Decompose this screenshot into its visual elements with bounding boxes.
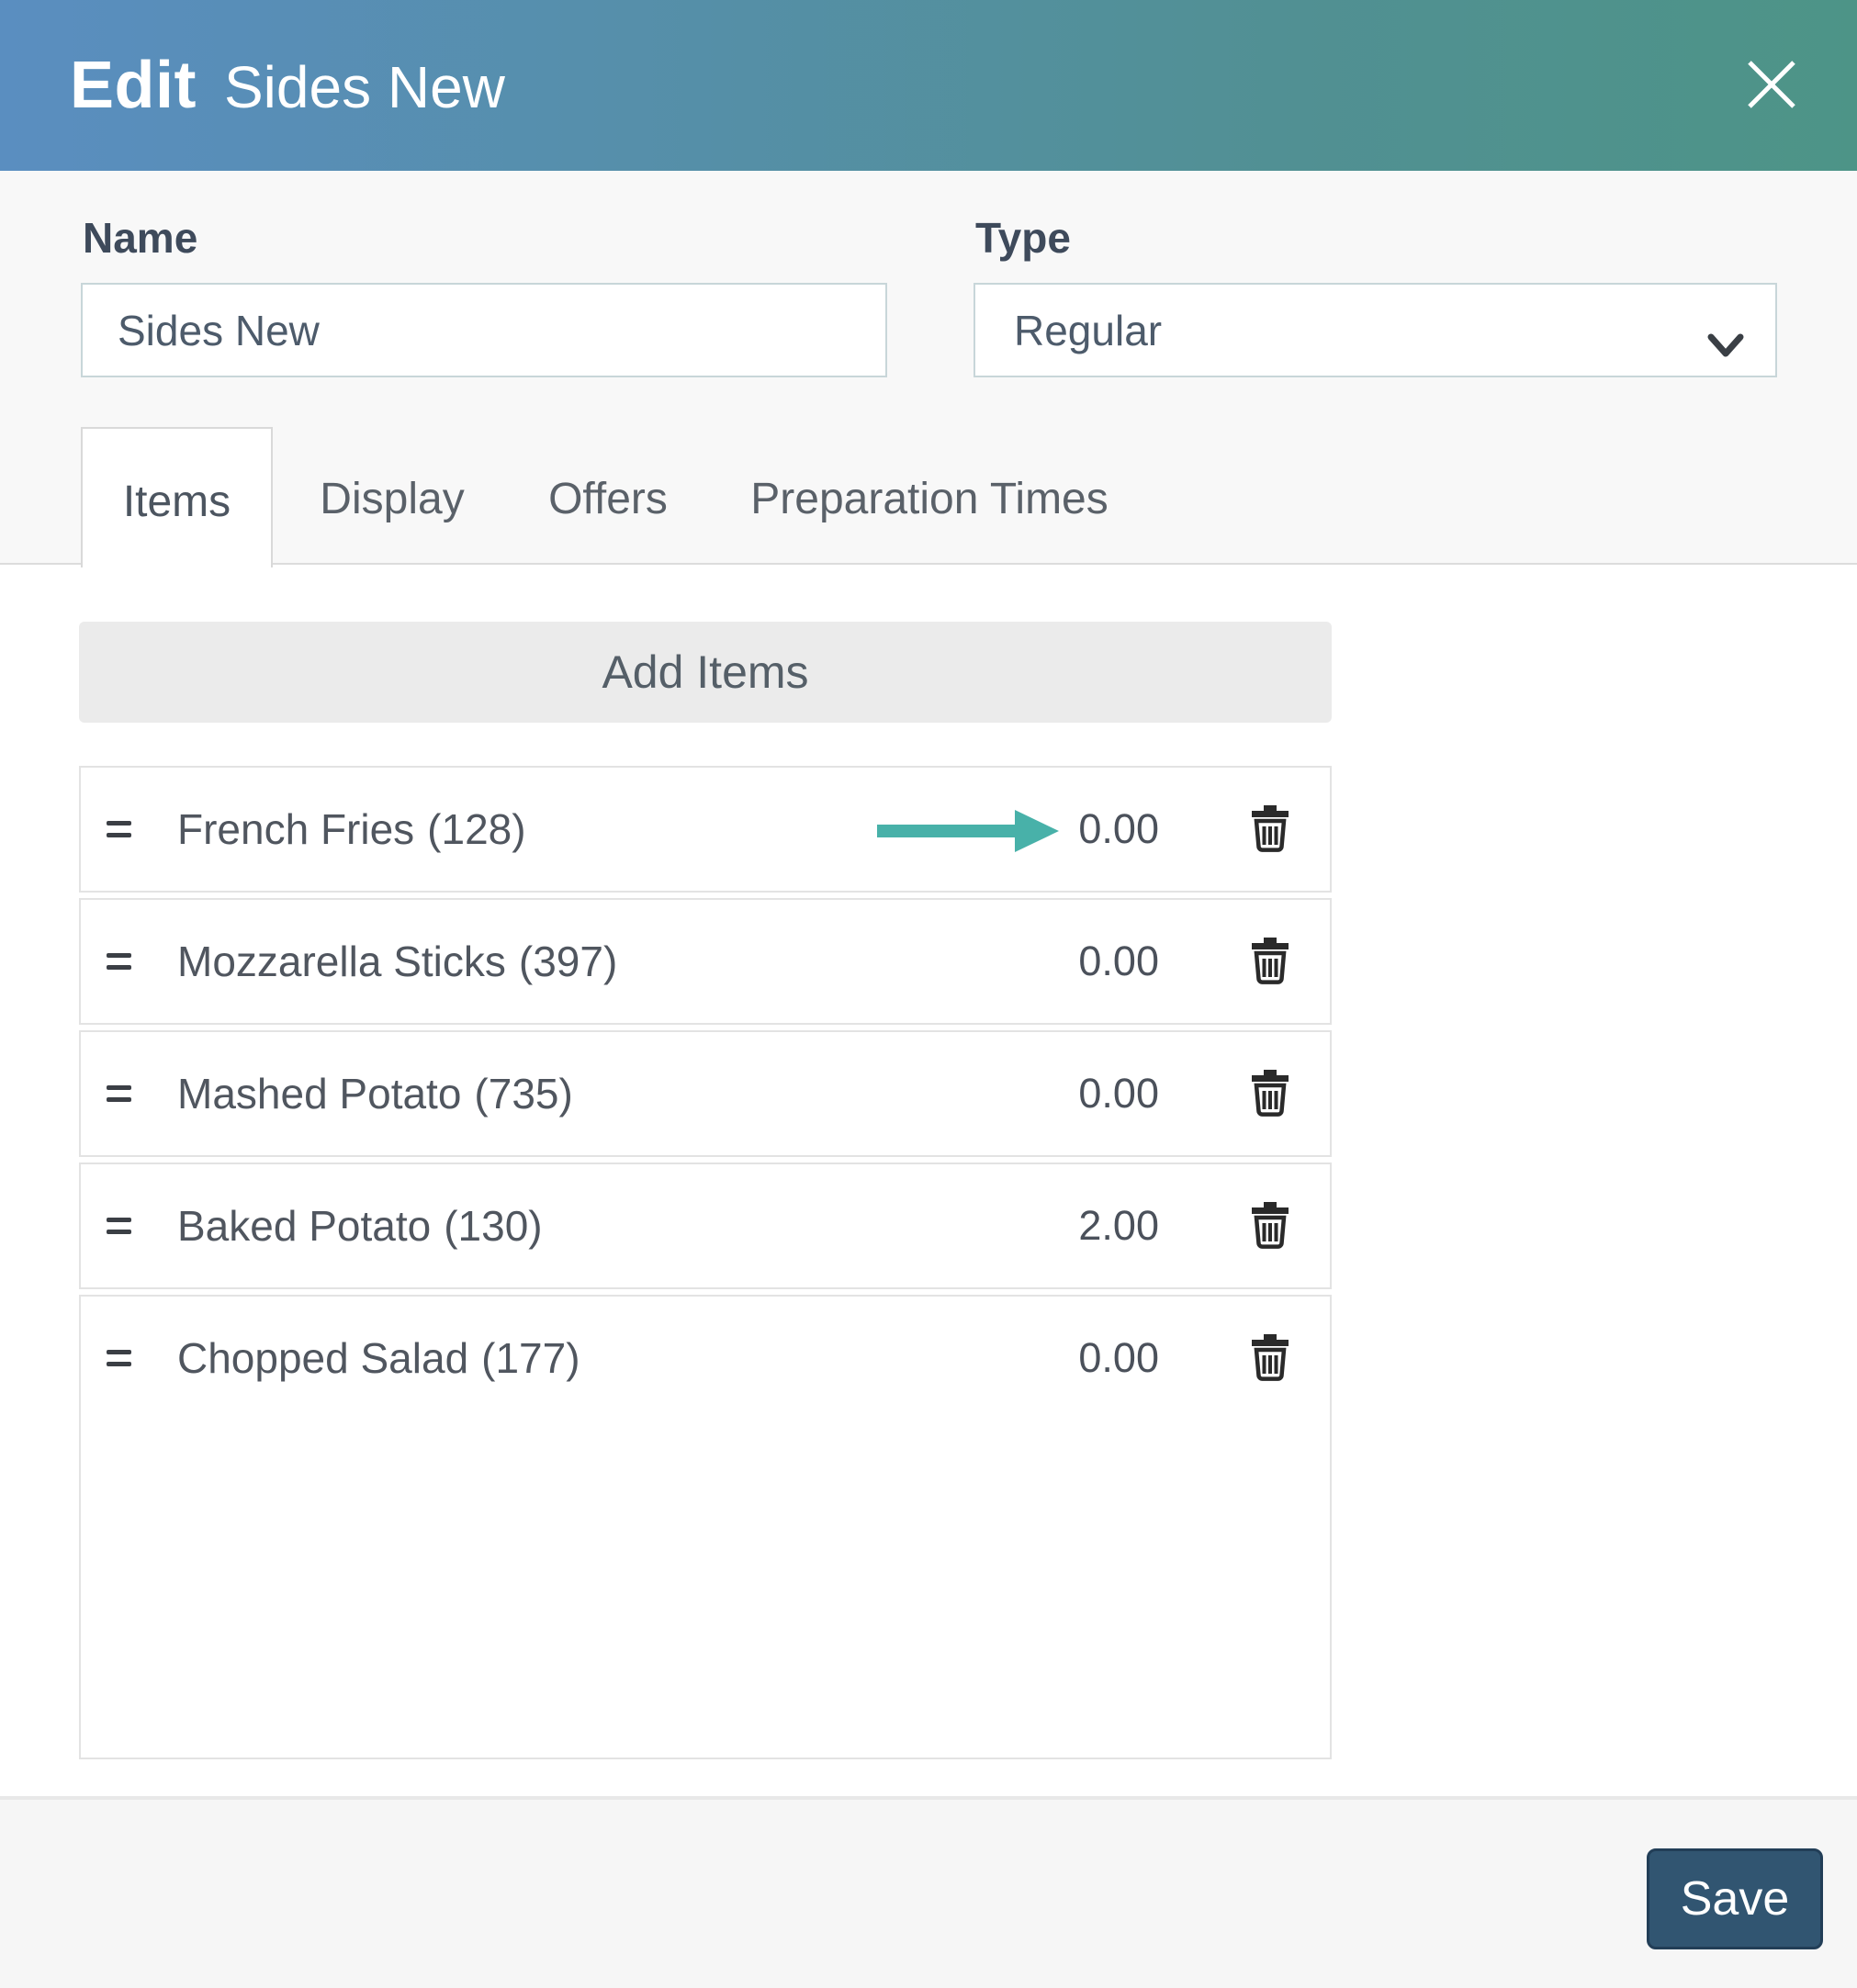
item-row: Baked Potato (130) 2.00 bbox=[79, 1162, 1332, 1289]
drag-handle-icon[interactable] bbox=[107, 1085, 131, 1102]
item-price: 0.00 bbox=[1078, 1334, 1159, 1381]
type-select-value: Regular bbox=[1014, 306, 1163, 354]
trash-icon bbox=[1249, 938, 1291, 988]
close-icon bbox=[1742, 55, 1801, 117]
item-name: Chopped Salad bbox=[177, 1334, 469, 1382]
drag-handle-icon[interactable] bbox=[107, 953, 131, 970]
tab-preparation-times[interactable]: Preparation Times bbox=[750, 474, 1109, 524]
item-name: Baked Potato bbox=[177, 1202, 432, 1250]
item-row: Mozzarella Sticks (397) 0.00 bbox=[79, 898, 1332, 1025]
delete-item-button[interactable] bbox=[1249, 1334, 1291, 1382]
item-price: 0.00 bbox=[1078, 805, 1159, 852]
item-name: Mashed Potato bbox=[177, 1070, 462, 1118]
page-title: Edit Sides New bbox=[70, 48, 505, 123]
delete-item-button[interactable] bbox=[1249, 1202, 1291, 1250]
item-count: (397) bbox=[518, 938, 618, 985]
modal-footer: Save bbox=[0, 1800, 1857, 1988]
type-label: Type bbox=[975, 214, 1071, 262]
trash-icon bbox=[1249, 805, 1291, 856]
chevron-down-icon bbox=[1707, 320, 1744, 369]
item-count: (735) bbox=[474, 1070, 573, 1118]
drag-handle-icon[interactable] bbox=[107, 1218, 131, 1234]
trash-icon bbox=[1249, 1202, 1291, 1252]
tab-display[interactable]: Display bbox=[320, 474, 464, 524]
add-items-button[interactable]: Add Items bbox=[79, 622, 1332, 723]
form-section: Name Type Regular Items Display Offers P… bbox=[0, 171, 1857, 567]
title-action: Edit bbox=[70, 49, 197, 122]
type-select[interactable]: Regular bbox=[974, 283, 1777, 377]
delete-item-button[interactable] bbox=[1249, 938, 1291, 985]
item-row: Mashed Potato (735) 0.00 bbox=[79, 1030, 1332, 1157]
drag-handle-icon[interactable] bbox=[107, 821, 131, 837]
item-name: French Fries bbox=[177, 805, 415, 853]
trash-icon bbox=[1249, 1334, 1291, 1385]
delete-item-button[interactable] bbox=[1249, 805, 1291, 853]
tab-offers[interactable]: Offers bbox=[548, 474, 668, 524]
modal-header: Edit Sides New bbox=[0, 0, 1857, 171]
tab-items[interactable]: Items bbox=[81, 427, 273, 567]
item-price: 0.00 bbox=[1078, 1070, 1159, 1117]
item-name: Mozzarella Sticks bbox=[177, 938, 506, 985]
item-row: French Fries (128) 0.00 bbox=[79, 766, 1332, 893]
item-price: 0.00 bbox=[1078, 938, 1159, 984]
item-count: (128) bbox=[427, 805, 526, 853]
items-list: French Fries (128) 0.00 Mozzarella Stick… bbox=[79, 766, 1332, 1765]
close-button[interactable] bbox=[1739, 53, 1804, 118]
name-label: Name bbox=[83, 214, 198, 262]
drag-handle-icon[interactable] bbox=[107, 1350, 131, 1366]
delete-item-button[interactable] bbox=[1249, 1070, 1291, 1118]
edit-category-modal: Edit Sides New Name Type Regular bbox=[0, 0, 1857, 1988]
item-count: (130) bbox=[444, 1202, 543, 1250]
item-row: Chopped Salad (177) 0.00 bbox=[79, 1295, 1332, 1759]
item-price: 2.00 bbox=[1078, 1202, 1159, 1249]
item-count: (177) bbox=[481, 1334, 580, 1382]
title-subject: Sides New bbox=[223, 54, 505, 120]
tab-items-label: Items bbox=[122, 477, 231, 526]
name-field[interactable] bbox=[81, 283, 887, 377]
trash-icon bbox=[1249, 1070, 1291, 1120]
save-button[interactable]: Save bbox=[1647, 1848, 1823, 1949]
